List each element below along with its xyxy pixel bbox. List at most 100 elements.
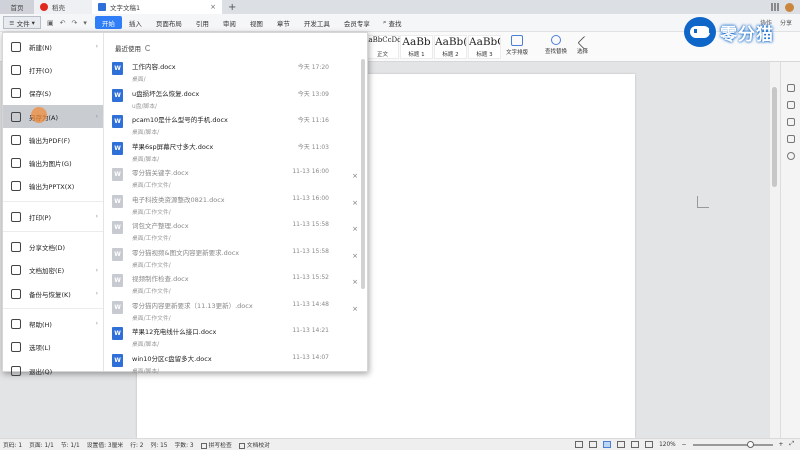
web-view-icon[interactable]	[631, 441, 640, 448]
more-icon[interactable]: ▾	[83, 19, 87, 27]
style-preview: AaBbCcDd	[363, 36, 402, 44]
spell-check-toggle[interactable]: 拼写检查	[200, 440, 232, 449]
remove-recent-icon[interactable]: ×	[352, 199, 358, 207]
ribbon-tab-4[interactable]: 审阅	[216, 16, 243, 29]
tab-close-button[interactable]: ×	[210, 3, 216, 11]
remove-recent-icon[interactable]: ×	[352, 305, 358, 313]
ribbon-tab-1[interactable]: 插入	[122, 16, 149, 29]
file-menu-item-9[interactable]: 文档加密(E) ›	[3, 259, 103, 282]
file-menu-item-8[interactable]: 分享文档(D)	[3, 235, 103, 258]
reading-view-icon[interactable]	[645, 441, 654, 448]
zoom-out-icon[interactable]: −	[682, 442, 687, 448]
recent-file-item[interactable]: W 视频制作检查.docx 桌面/工作文件/11-13 15:52 ×	[112, 271, 367, 298]
recent-file-item[interactable]: Wpcam10是什么型号的手机.docx 桌面/脚本/今天 11:16	[112, 112, 367, 139]
remove-recent-icon[interactable]: ×	[352, 225, 358, 233]
zoom-in-icon[interactable]: +	[779, 442, 784, 448]
file-menu-item-7[interactable]: 打印(P) ›	[3, 205, 103, 228]
new-tab-button[interactable]: +	[222, 0, 242, 14]
recent-file-item[interactable]: W 词包文产整理.docx 桌面/工作文件/11-13 15:58 ×	[112, 218, 367, 245]
properties-icon[interactable]	[786, 118, 795, 126]
file-menu-item-label: 退出(Q)	[29, 367, 53, 376]
file-menu-item-10[interactable]: 备份与恢复(K) ›	[3, 282, 103, 305]
outline-view-icon[interactable]	[617, 441, 626, 448]
spell-check-label: 拼写检查	[208, 443, 232, 449]
file-menu-item-6[interactable]: 输出为PPTX(X)	[3, 175, 103, 198]
recent-file-item[interactable]: W 零分猫内容更新要求（11.13更新）.docx 桌面/工作文件/11-13 14…	[112, 298, 367, 325]
scrollbar-thumb[interactable]	[772, 87, 777, 187]
ribbon-tab-0[interactable]: 开始	[94, 16, 122, 29]
file-menu-item-12[interactable]: 选项(L)	[3, 336, 103, 359]
file-menu-item-13[interactable]: 退出(Q)	[3, 359, 103, 382]
tab-active-document[interactable]: 文字文稿1 ×	[92, 0, 222, 14]
recent-scrollbar[interactable]	[361, 59, 365, 289]
status-pages[interactable]: 页面: 1/1	[29, 440, 54, 449]
recent-file-name: u盘损坏怎么恢复.docx	[132, 89, 200, 98]
select-button[interactable]: 选择	[576, 35, 591, 55]
cursor-icon[interactable]	[786, 101, 795, 109]
fit-page-icon[interactable]: ⤢	[789, 441, 794, 448]
recent-file-item[interactable]: Wu盘损坏怎么恢复.docx u盘/脚本/今天 13:09	[112, 86, 367, 113]
remove-recent-icon[interactable]: ×	[352, 252, 358, 260]
share-button[interactable]: 分享	[780, 18, 792, 27]
file-menu-item-1[interactable]: 打开(O)	[3, 58, 103, 81]
avatar[interactable]	[785, 2, 794, 12]
help-circle-icon[interactable]	[786, 152, 795, 160]
file-menu-item-label: 打印(P)	[29, 213, 51, 222]
ribbon-tab-7[interactable]: 开发工具	[297, 16, 337, 29]
file-menu-item-3[interactable]: 另存为(A)›	[3, 104, 103, 129]
apps-grid-icon[interactable]	[771, 3, 779, 11]
file-menu-item-0[interactable]: 新建(N) ›	[3, 35, 103, 58]
recent-file-item[interactable]: W 工作内容.docx 桌面/今天 17:20	[112, 59, 367, 86]
recent-title: 最近使用	[115, 45, 141, 53]
word-doc-icon	[98, 3, 106, 11]
save-icon[interactable]: ▣	[47, 19, 54, 27]
ribbon-tab-6[interactable]: 章节	[270, 16, 297, 29]
status-page-number[interactable]: 页码: 1	[3, 440, 22, 449]
style-option-0[interactable]: AaBbCcDd 正文	[363, 35, 402, 59]
find-replace-button[interactable]: 查找替换	[545, 35, 567, 55]
recent-file-item[interactable]: W 电子科技类资源整改0821.docx 桌面/工作文件/11-13 16:00 ×	[112, 192, 367, 219]
transform-icon[interactable]	[786, 135, 795, 143]
file-menu-item-2[interactable]: 保存(S)	[3, 82, 103, 105]
file-menu-item-4[interactable]: 输出为PDF(F)	[3, 128, 103, 151]
page-view-icon[interactable]	[603, 441, 612, 448]
undo-icon[interactable]: ↶	[60, 19, 66, 27]
status-section: 节: 1/1	[60, 443, 80, 449]
fullscreen-icon[interactable]	[589, 441, 598, 448]
style-option-3[interactable]: AaBbC 标题 3	[468, 35, 501, 59]
recent-file-item[interactable]: W 苹果12充电线什么接口.docx 桌面/脚本/11-13 14:21	[112, 324, 367, 351]
file-menu-item-11[interactable]: 帮助(H) ›	[3, 312, 103, 335]
redo-icon[interactable]: ↷	[72, 19, 78, 27]
recent-file-item[interactable]: W 苹果6sp屏幕尺寸多大.docx 桌面/脚本/今天 11:03	[112, 139, 367, 166]
ribbon-tab-2[interactable]: 页面布局	[149, 16, 189, 29]
style-option-1[interactable]: AaBb 标题 1	[400, 35, 433, 59]
eye-protection-icon[interactable]	[575, 441, 584, 448]
remove-recent-icon[interactable]: ×	[352, 172, 358, 180]
recent-file-item[interactable]: W 零分猫关键字.docx 桌面/工作文件/11-13 16:00 ×	[112, 165, 367, 192]
tab-home[interactable]: 首页	[0, 0, 34, 14]
remove-recent-icon[interactable]: ×	[352, 278, 358, 286]
pen-icon[interactable]	[786, 84, 795, 92]
status-bar: 页码: 1 页面: 1/1 节: 1/1 设置值: 3厘米 行: 2 列: 15…	[0, 438, 800, 450]
text-layout-button[interactable]: 文字排版	[506, 35, 528, 56]
search-tab[interactable]: ⌕ 查找	[383, 18, 402, 28]
recent-file-text: 苹果6sp屏幕尺寸多大.docx 桌面/脚本/	[132, 141, 367, 163]
file-menu-item-5[interactable]: 输出为图片(G)	[3, 151, 103, 174]
magnifier-icon	[551, 35, 561, 45]
status-word-count[interactable]: 字数: 3	[174, 440, 193, 449]
refresh-icon[interactable]	[145, 45, 151, 51]
recent-file-item[interactable]: Wwin10分区c盘留多大.docx 桌面/脚本/11-13 14:07	[112, 351, 367, 378]
zoom-slider[interactable]	[692, 440, 773, 448]
style-option-2[interactable]: AaBb(标题 2	[434, 35, 467, 59]
zoom-slider-knob[interactable]	[746, 440, 754, 448]
zoom-level[interactable]: 120%	[659, 442, 676, 448]
file-menu-button[interactable]: ≡ 文件 ▾	[3, 16, 41, 29]
tab-docer[interactable]: 稻壳	[34, 0, 92, 14]
ribbon-tab-3[interactable]: 引用	[189, 16, 216, 29]
vertical-scrollbar[interactable]	[770, 62, 780, 438]
recent-file-path: u盘/脚本/	[132, 103, 157, 110]
ribbon-tab-8[interactable]: 会员专享	[337, 16, 377, 29]
recent-file-item[interactable]: W 零分猫视频&图文内容更新要求.docx 桌面/工作文件/11-13 15:58 ×	[112, 245, 367, 272]
proofread-button[interactable]: 文档校对	[238, 440, 270, 449]
ribbon-tab-5[interactable]: 视图	[243, 16, 270, 29]
